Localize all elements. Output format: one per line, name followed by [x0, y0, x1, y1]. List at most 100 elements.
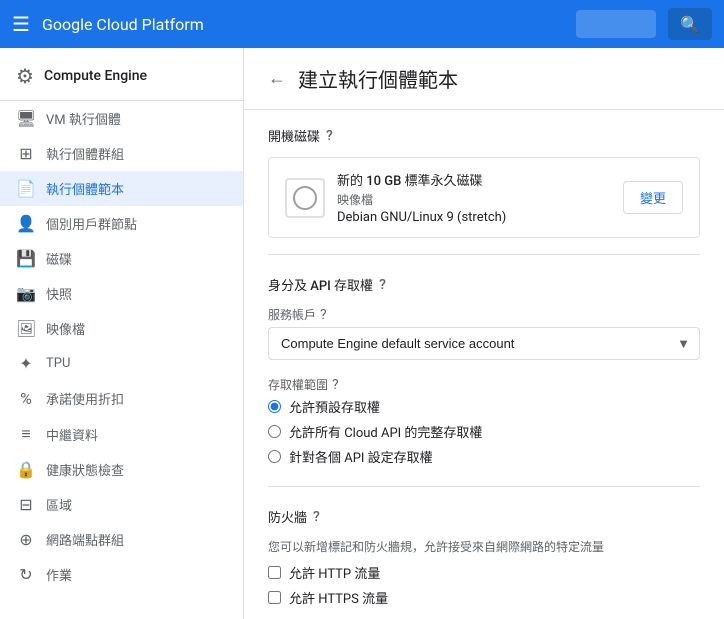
snapshot-icon: 📷 [16, 284, 36, 303]
firewall-checkbox-group: 允許 HTTP 流量 允許 HTTPS 流量 [268, 563, 700, 607]
image-label: 映像檔 [337, 191, 506, 208]
radio-full-access[interactable]: 允許所有 Cloud API 的完整存取權 [268, 422, 700, 441]
sidebar-item-tpu[interactable]: ✦ TPU [0, 346, 243, 381]
sidebar-item-image[interactable]: 🖼 映像檔 [0, 311, 243, 346]
radio-custom-access[interactable]: 針對各個 API 設定存取權 [268, 447, 700, 466]
compute-engine-icon: ⚙ [16, 64, 34, 88]
user-group-icon: 👤 [16, 214, 36, 233]
tpu-icon: ✦ [16, 354, 36, 373]
instance-template-icon: 📄 [16, 179, 36, 198]
topbar: ☰ Google Cloud Platform 🔍 [0, 0, 724, 48]
firewall-desc: 您可以新增標記和防火牆規，允許接受來自網際網路的特定流量 [268, 538, 700, 555]
boot-disk-label: 開機磁碟 [268, 126, 320, 145]
disk-circle-icon [293, 186, 317, 210]
sidebar-item-zone[interactable]: ⊟ 區域 [0, 487, 243, 522]
access-scope-radio-group: 允許預設存取權 允許所有 Cloud API 的完整存取權 針對各個 API 設… [268, 397, 700, 466]
hamburger-menu-icon[interactable]: ☰ [12, 12, 30, 36]
zone-icon: ⊟ [16, 495, 36, 514]
divider-2 [268, 486, 700, 487]
access-scope-help-icon[interactable]: ? [332, 377, 339, 393]
firewall-label: 防火牆 [268, 507, 307, 526]
radio-full-label: 允許所有 Cloud API 的完整存取權 [289, 422, 482, 441]
checkbox-http-input[interactable] [268, 566, 281, 579]
checkbox-https-input[interactable] [268, 591, 281, 604]
sidebar-item-label: 磁碟 [46, 249, 72, 268]
sidebar-item-committed[interactable]: % 承諾使用折扣 [0, 381, 243, 416]
radio-default-label: 允許預設存取權 [289, 397, 380, 416]
sidebar-item-relay[interactable]: ≡ 中繼資料 [0, 416, 243, 452]
service-account-select[interactable]: Compute Engine default service account [268, 327, 700, 360]
divider-1 [268, 254, 700, 255]
back-button[interactable]: ← [268, 68, 286, 89]
health-icon: 🔒 [16, 460, 36, 479]
firewall-section: 防火牆 ? 您可以新增標記和防火牆規，允許接受來自網際網路的特定流量 允許 HT… [268, 507, 700, 607]
search-icon: 🔍 [680, 15, 700, 34]
sidebar-item-health[interactable]: 🔒 健康狀態檢查 [0, 452, 243, 487]
checkbox-https-label: 允許 HTTPS 流量 [289, 588, 388, 607]
sidebar-item-label: 中繼資料 [46, 425, 98, 444]
committed-icon: % [16, 389, 36, 408]
sidebar-item-label: VM 執行個體 [46, 109, 121, 128]
sidebar-item-label: 個別用戶群節點 [46, 214, 137, 233]
firewall-section-title: 防火牆 ? [268, 507, 700, 526]
disk-os: Debian GNU/Linux 9 (stretch) [337, 210, 506, 225]
sidebar-item-instance-group[interactable]: ⊞ 執行個體群組 [0, 136, 243, 171]
sidebar-item-label: 執行個體群組 [46, 144, 124, 163]
sidebar-item-label: TPU [46, 356, 70, 371]
service-account-label-group: 服務帳戶 ? [268, 306, 700, 323]
radio-default-access[interactable]: 允許預設存取權 [268, 397, 700, 416]
service-account-help-icon[interactable]: ? [320, 307, 327, 323]
identity-help-icon[interactable]: ? [379, 277, 386, 293]
topbar-logo: Google Cloud Platform [42, 15, 564, 34]
boot-disk-section: 開機磁碟 ? [268, 126, 700, 145]
form-content: 開機磁碟 ? 新的 10 GB 標準永久磁碟 映像檔 Debian GNU/Li… [244, 110, 724, 619]
sidebar-item-label: 網路端點群組 [46, 530, 124, 549]
disk-file-icon [285, 178, 325, 218]
sidebar-item-label: 作業 [46, 565, 72, 584]
sidebar-item-user-group[interactable]: 👤 個別用戶群節點 [0, 206, 243, 241]
image-icon: 🖼 [16, 319, 36, 338]
sidebar-item-label: 快照 [46, 284, 72, 303]
topbar-logo-text: Google Cloud Platform [42, 15, 204, 34]
network-node-icon: ⊕ [16, 530, 36, 549]
sidebar-item-label: 執行個體範本 [46, 179, 124, 198]
search-bar[interactable]: 🔍 [668, 8, 712, 40]
radio-full-input[interactable] [268, 425, 281, 438]
identity-section-title: 身分及 API 存取權 ? [268, 275, 700, 294]
relay-icon: ≡ [16, 424, 36, 444]
sidebar-header: ⚙ Compute Engine [0, 48, 243, 101]
sidebar-item-network-node[interactable]: ⊕ 網路端點群組 [0, 522, 243, 557]
checkbox-http[interactable]: 允許 HTTP 流量 [268, 563, 700, 582]
sidebar-item-snapshot[interactable]: 📷 快照 [0, 276, 243, 311]
vm-icon: 🖥 [16, 109, 36, 128]
sidebar-item-instance-template[interactable]: 📄 執行個體範本 [0, 171, 243, 206]
change-disk-button[interactable]: 變更 [623, 181, 683, 214]
access-scope-label-group: 存取權範圍 ? [268, 376, 700, 393]
sidebar-item-label: 健康狀態檢查 [46, 460, 124, 479]
disk-info: 新的 10 GB 標準永久磁碟 映像檔 Debian GNU/Linux 9 (… [285, 170, 506, 225]
instance-group-icon: ⊞ [16, 144, 36, 163]
project-selector[interactable] [576, 10, 656, 38]
sidebar-item-label: 映像檔 [46, 319, 85, 338]
firewall-help-icon[interactable]: ? [313, 509, 320, 525]
main-content: ← 建立執行個體範本 開機磁碟 ? 新的 10 GB 標準永久磁碟 映像檔 De… [244, 48, 724, 619]
sidebar-item-disk[interactable]: 💾 磁碟 [0, 241, 243, 276]
sidebar-item-operation[interactable]: ↻ 作業 [0, 557, 243, 592]
disk-name: 新的 10 GB 標準永久磁碟 [337, 170, 506, 189]
page-title: 建立執行個體範本 [298, 64, 458, 93]
identity-section: 身分及 API 存取權 ? 服務帳戶 ? Compute Engine defa… [268, 275, 700, 466]
disk-icon: 💾 [16, 249, 36, 268]
access-scope-label: 存取權範圍 [268, 376, 328, 393]
sidebar: ⚙ Compute Engine 🖥 VM 執行個體 ⊞ 執行個體群組 📄 執行… [0, 48, 244, 619]
service-account-select-wrapper: Compute Engine default service account ▼ [268, 327, 700, 360]
sidebar-item-label: 承諾使用折扣 [46, 389, 124, 408]
page-header: ← 建立執行個體範本 [244, 48, 724, 110]
sidebar-item-vm[interactable]: 🖥 VM 執行個體 [0, 101, 243, 136]
boot-disk-help-icon[interactable]: ? [326, 128, 333, 144]
identity-label: 身分及 API 存取權 [268, 275, 373, 294]
operation-icon: ↻ [16, 565, 36, 584]
radio-default-input[interactable] [268, 400, 281, 413]
radio-custom-input[interactable] [268, 450, 281, 463]
disk-card: 新的 10 GB 標準永久磁碟 映像檔 Debian GNU/Linux 9 (… [268, 157, 700, 238]
checkbox-https[interactable]: 允許 HTTPS 流量 [268, 588, 700, 607]
